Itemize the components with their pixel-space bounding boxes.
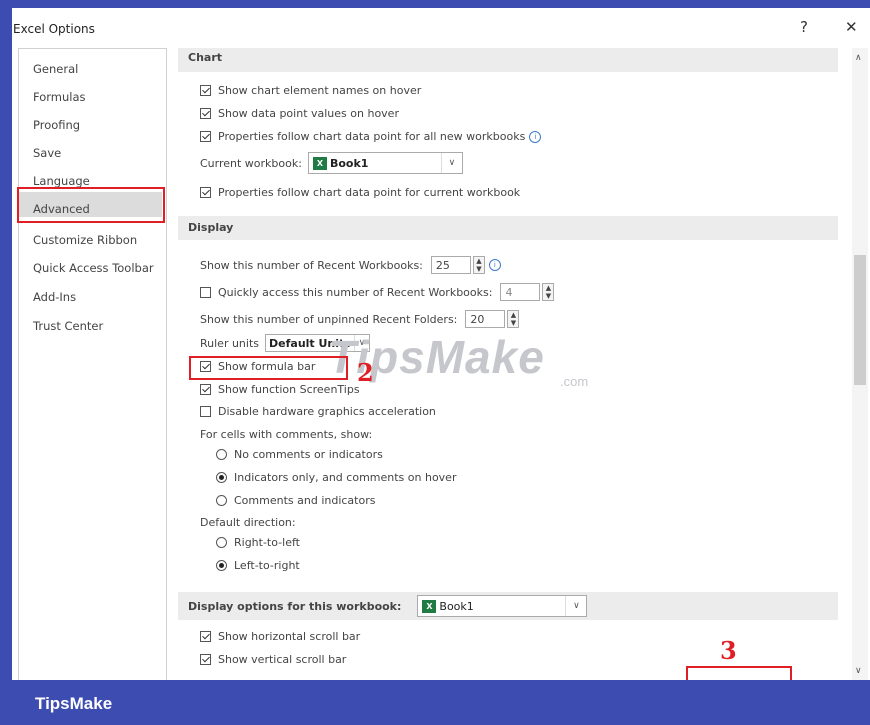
window-frame-left xyxy=(0,8,12,680)
window-frame-top xyxy=(0,0,870,8)
option-label: Show horizontal scroll bar xyxy=(218,630,361,643)
excel-icon: X xyxy=(422,599,437,613)
recent-folders-input[interactable]: 20 xyxy=(465,310,506,328)
close-button[interactable]: ✕ xyxy=(845,18,858,36)
option-label: Properties follow chart data point for c… xyxy=(218,186,521,199)
recent-workbooks-input[interactable]: 25 xyxy=(430,256,471,274)
current-workbook-label: Current workbook: xyxy=(200,156,302,170)
option-horizontal-scroll-bar[interactable]: Show horizontal scroll bar xyxy=(200,630,360,643)
quick-access-input[interactable]: 4 xyxy=(500,283,541,301)
radio-comments-and-indicators[interactable]: Comments and indicators xyxy=(216,494,375,507)
checkbox-checked-icon[interactable] xyxy=(200,384,211,395)
option-show-function-screentips[interactable]: Show function ScreenTips xyxy=(200,383,360,396)
option-show-data-point-values[interactable]: Show data point values on hover xyxy=(200,107,399,120)
option-label: Disable hardware graphics acceleration xyxy=(218,405,436,418)
watermark-suffix: .com xyxy=(560,374,589,389)
option-show-chart-element-names[interactable]: Show chart element names on hover xyxy=(200,84,421,97)
step-number-2: 2 xyxy=(357,358,374,387)
option-label: Show data point values on hover xyxy=(218,107,399,120)
option-label: Show chart element names on hover xyxy=(218,84,422,97)
radio-unselected-icon[interactable] xyxy=(216,449,227,460)
radio-indicators-only[interactable]: Indicators only, and comments on hover xyxy=(216,471,456,484)
quick-access-row: Quickly access this number of Recent Wor… xyxy=(200,283,555,301)
option-label: Indicators only, and comments on hover xyxy=(234,471,457,484)
option-label: Right-to-left xyxy=(234,536,300,549)
footer-brand: TipsMake xyxy=(35,694,113,713)
info-icon: i xyxy=(529,130,542,143)
ruler-units-label: Ruler units xyxy=(200,336,260,350)
recent-folders-row: Show this number of unpinned Recent Fold… xyxy=(200,310,520,328)
option-label: Left-to-right xyxy=(234,559,300,572)
title-bar xyxy=(0,8,870,44)
info-icon: i xyxy=(488,259,501,271)
default-direction-label: Default direction: xyxy=(200,516,296,529)
checkbox-checked-icon[interactable] xyxy=(200,131,211,142)
recent-workbooks-row: Show this number of Recent Workbooks: 25… xyxy=(200,256,501,274)
highlight-box-formula-bar xyxy=(189,356,348,380)
radio-left-to-right[interactable]: Left-to-right xyxy=(216,559,300,572)
radio-unselected-icon[interactable] xyxy=(216,537,227,548)
checkbox-checked-icon[interactable] xyxy=(200,654,211,665)
workbook-section-label: Display options for this workbook: xyxy=(188,599,402,613)
option-properties-follow-current[interactable]: Properties follow chart data point for c… xyxy=(200,186,520,199)
section-header-display: Display xyxy=(178,216,838,240)
spinner-icon[interactable]: ▲ ▼ xyxy=(507,310,520,328)
highlight-box-advanced xyxy=(17,187,165,223)
workbook-dropdown[interactable]: X Book1 ∨ xyxy=(417,595,588,617)
spinner-icon[interactable]: ▲ ▼ xyxy=(542,283,555,301)
checkbox-checked-icon[interactable] xyxy=(200,85,211,96)
dropdown-value: Book1 xyxy=(329,156,369,170)
radio-selected-icon[interactable] xyxy=(216,560,227,571)
checkbox-checked-icon[interactable] xyxy=(200,187,211,198)
nav-item-trust-center[interactable]: Trust Center xyxy=(33,319,103,333)
recent-workbooks-label: Show this number of Recent Workbooks: xyxy=(200,258,423,272)
help-button[interactable]: ? xyxy=(800,18,808,36)
radio-selected-icon[interactable] xyxy=(216,472,227,483)
radio-unselected-icon[interactable] xyxy=(216,495,227,506)
footer-banner xyxy=(0,680,870,725)
option-vertical-scroll-bar[interactable]: Show vertical scroll bar xyxy=(200,653,346,666)
option-label: Show vertical scroll bar xyxy=(218,653,347,666)
nav-item-language[interactable]: Language xyxy=(33,174,90,188)
checkbox-checked-icon[interactable] xyxy=(200,631,211,642)
spinner-icon[interactable]: ▲ ▼ xyxy=(472,256,485,274)
excel-icon: X xyxy=(312,156,327,170)
option-properties-follow-all[interactable]: Properties follow chart data point for a… xyxy=(200,130,542,143)
dialog-title: Excel Options xyxy=(13,22,95,36)
radio-right-to-left[interactable]: Right-to-left xyxy=(216,536,300,549)
step-number-3: 3 xyxy=(720,636,737,665)
section-header-workbook: Display options for this workbook: X Boo… xyxy=(178,592,838,620)
chevron-down-icon: ∨ xyxy=(440,153,462,173)
chevron-down-icon: ∨ xyxy=(565,596,586,616)
scrollbar-thumb[interactable] xyxy=(854,255,866,385)
nav-item-add-ins[interactable]: Add-Ins xyxy=(33,290,76,304)
nav-item-quick-access-toolbar[interactable]: Quick Access Toolbar xyxy=(33,261,154,275)
current-workbook-dropdown[interactable]: X Book1 ∨ xyxy=(307,152,463,174)
checkbox-unchecked-icon[interactable] xyxy=(200,406,211,417)
nav-item-save[interactable]: Save xyxy=(33,146,61,160)
nav-item-proofing[interactable]: Proofing xyxy=(33,118,80,132)
section-header-chart: Chart xyxy=(178,48,838,72)
option-label: Properties follow chart data point for a… xyxy=(218,130,526,143)
option-disable-hw-acceleration[interactable]: Disable hardware graphics acceleration xyxy=(200,405,436,418)
option-label: Show function ScreenTips xyxy=(218,383,360,396)
comments-label: For cells with comments, show: xyxy=(200,428,373,441)
option-label: Comments and indicators xyxy=(234,494,376,507)
recent-folders-label: Show this number of unpinned Recent Fold… xyxy=(200,312,458,326)
scroll-up-icon[interactable]: ∧ xyxy=(855,53,862,63)
nav-item-formulas[interactable]: Formulas xyxy=(33,90,86,104)
nav-item-general[interactable]: General xyxy=(33,62,78,76)
category-nav: General Formulas Proofing Save Language … xyxy=(18,48,167,682)
nav-item-customize-ribbon[interactable]: Customize Ribbon xyxy=(33,233,137,247)
checkbox-checked-icon[interactable] xyxy=(200,108,211,119)
radio-no-comments[interactable]: No comments or indicators xyxy=(216,448,383,461)
checkbox-unchecked-icon[interactable] xyxy=(200,286,211,298)
dropdown-value: Book1 xyxy=(439,599,474,613)
quick-access-label: Quickly access this number of Recent Wor… xyxy=(218,285,493,299)
current-workbook-row: Current workbook: X Book1 ∨ xyxy=(200,152,463,174)
scroll-down-icon[interactable]: ∨ xyxy=(855,666,862,676)
option-label: No comments or indicators xyxy=(234,448,383,461)
